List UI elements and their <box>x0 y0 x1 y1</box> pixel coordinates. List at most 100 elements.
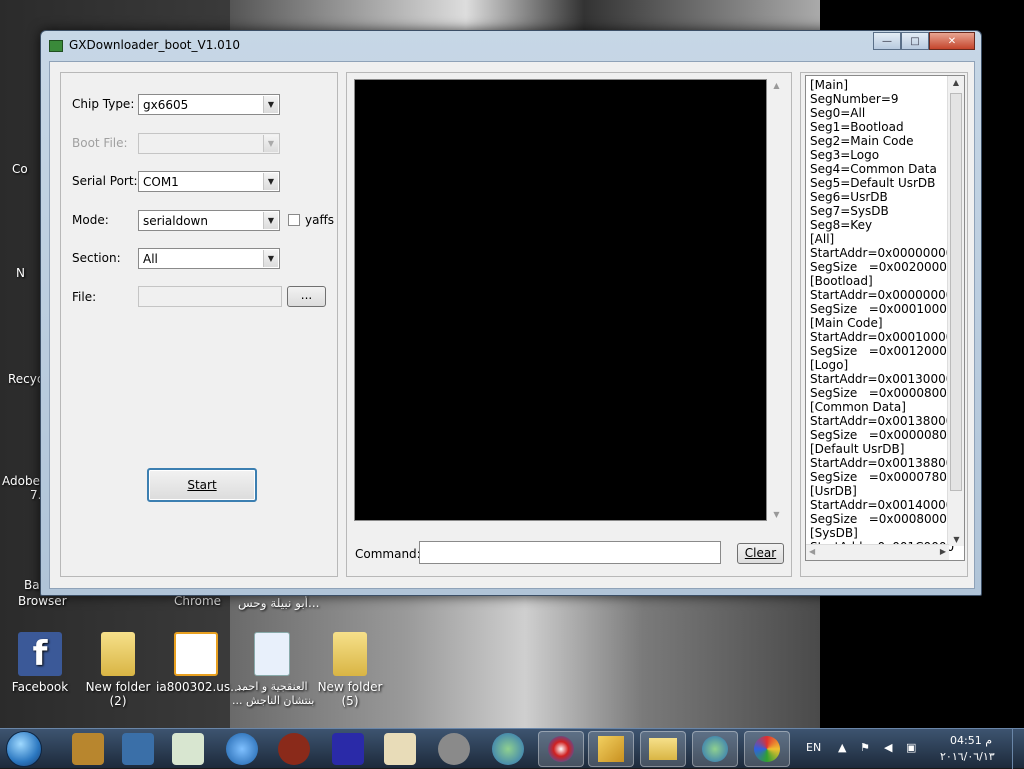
config-horizontal-scrollbar[interactable]: ◀ ▶ <box>806 544 949 560</box>
config-line: [SysDB] <box>810 526 858 540</box>
config-line: StartAddr=0x00138800 <box>810 456 954 470</box>
show-desktop-button[interactable] <box>1012 729 1024 769</box>
action-center-icon[interactable]: ⚑ <box>860 741 870 754</box>
language-indicator[interactable]: EN <box>806 741 821 754</box>
scrollbar-thumb[interactable] <box>950 93 962 491</box>
config-line: [Default UsrDB] <box>810 442 905 456</box>
config-line: Seg0=All <box>810 106 866 120</box>
desktop-label-network[interactable]: N <box>16 266 25 280</box>
document-viewer-icon[interactable] <box>172 733 204 765</box>
config-line: [Bootload] <box>810 274 873 288</box>
taskbar: EN ▲ ⚑ ◀ ▣ 04:51 م ٢٠١٦/٠٦/١٣ <box>0 728 1024 769</box>
taskbar-globe[interactable] <box>692 731 738 767</box>
chip-type-value: gx6605 <box>143 98 189 112</box>
clear-button[interactable]: Clear <box>737 543 784 564</box>
settings-panel: Chip Type: gx6605 ▼ Boot File: ▼ Serial … <box>60 72 338 577</box>
config-line: SegSize =0x00200000 <box>810 260 955 274</box>
start-button[interactable]: Start <box>147 468 257 502</box>
segment-config-list[interactable]: [Main] SegNumber=9 Seg0=All Seg1=Bootload Se… <box>805 75 965 561</box>
boot-file-select[interactable]: ▼ <box>138 133 280 154</box>
ie-icon[interactable] <box>226 733 258 765</box>
section-select[interactable]: All ▼ <box>138 248 280 269</box>
serial-port-value: COM1 <box>143 175 179 189</box>
yaffs-label: yaffs <box>305 213 334 227</box>
title-bar[interactable]: GXDownloader_boot_V1.010 — □ ✕ <box>41 31 981 59</box>
yaffs-checkbox[interactable] <box>288 214 300 226</box>
serial-port-select[interactable]: COM1 ▼ <box>138 171 280 192</box>
window-title: GXDownloader_boot_V1.010 <box>69 38 241 52</box>
chevron-down-icon[interactable]: ▼ <box>263 135 278 152</box>
console-scrollbar[interactable]: ▲ ▼ <box>768 79 785 521</box>
desktop-icon-label: New folder (5) <box>317 680 383 708</box>
chevron-down-icon[interactable]: ▼ <box>263 250 278 267</box>
chip-type-label: Chip Type: <box>72 97 135 111</box>
desktop-icon-label: ia800302.us.... <box>156 680 246 694</box>
mode-value: serialdown <box>143 214 208 228</box>
serial-port-label: Serial Port: <box>72 174 138 188</box>
scroll-down-arrow-icon[interactable]: ▼ <box>768 510 785 519</box>
globe-icon <box>702 736 728 762</box>
command-input[interactable] <box>419 541 721 564</box>
chevron-down-icon[interactable]: ▼ <box>263 212 278 229</box>
chevron-down-icon[interactable]: ▼ <box>263 96 278 113</box>
desktop-label-computer[interactable]: Co <box>12 162 28 176</box>
app-icon <box>49 40 63 52</box>
taskbar-browser-active[interactable] <box>538 731 584 767</box>
pinned-app-icon[interactable] <box>72 733 104 765</box>
desktop-icon-arabic-file[interactable]: العنقجية و احمد ... بنتشان الناجش <box>232 632 314 708</box>
scroll-up-arrow-icon[interactable]: ▲ <box>768 81 785 90</box>
media-file-icon <box>254 632 290 676</box>
config-line: [Common Data] <box>810 400 906 414</box>
gxdownloader-window: GXDownloader_boot_V1.010 — □ ✕ Chip Type… <box>40 30 982 596</box>
start-button[interactable] <box>6 731 42 767</box>
config-line: StartAddr=0x00140000 <box>810 498 954 512</box>
config-line: StartAddr=0x00010000 <box>810 330 954 344</box>
console-output[interactable] <box>354 79 767 521</box>
scroll-up-arrow-icon[interactable]: ▲ <box>948 78 964 87</box>
desktop-label-chrome[interactable]: Chrome <box>174 594 221 608</box>
clock-time[interactable]: 04:51 م <box>950 734 992 747</box>
desktop-icon-mp3quran[interactable]: ia800302.us.... <box>156 632 246 694</box>
close-button[interactable]: ✕ <box>929 32 975 50</box>
config-line: [Main Code] <box>810 316 883 330</box>
minimize-button[interactable]: — <box>873 32 901 50</box>
clock-date[interactable]: ٢٠١٦/٠٦/١٣ <box>940 750 995 763</box>
config-vertical-scrollbar[interactable]: ▲ ▼ <box>947 76 964 546</box>
desktop-label-arabic[interactable]: أبو نبيلة وحس... <box>238 596 319 610</box>
gear-icon[interactable] <box>438 733 470 765</box>
file-label: File: <box>72 290 97 304</box>
notes-app-icon[interactable] <box>384 733 416 765</box>
taskbar-explorer[interactable] <box>640 731 686 767</box>
desktop-icon-new-folder-2[interactable]: New folder (2) <box>78 632 158 708</box>
taskbar-gxdownloader-active[interactable] <box>588 731 634 767</box>
folder-icon <box>333 632 367 676</box>
browse-button[interactable]: ... <box>287 286 326 307</box>
config-line: StartAddr=0x00000000 <box>810 288 954 302</box>
maximize-button[interactable]: □ <box>901 32 929 50</box>
show-hidden-icons-icon[interactable]: ▲ <box>838 741 846 754</box>
network-icon[interactable]: ▣ <box>906 741 916 754</box>
mode-select[interactable]: serialdown ▼ <box>138 210 280 231</box>
console-panel: ▲ ▼ Command: Clear <box>346 72 792 577</box>
taskbar-paint[interactable] <box>744 731 790 767</box>
scroll-left-arrow-icon[interactable]: ◀ <box>809 547 815 556</box>
chip-type-select[interactable]: gx6605 ▼ <box>138 94 280 115</box>
desktop-icon-facebook[interactable]: f Facebook <box>0 632 80 694</box>
speaker-icon[interactable]: ◀ <box>884 741 892 754</box>
globe-icon[interactable] <box>492 733 524 765</box>
transfer-tool-icon[interactable] <box>332 733 364 765</box>
turbo-cpp-icon[interactable] <box>278 733 310 765</box>
config-line: Seg6=UsrDB <box>810 190 888 204</box>
scroll-down-arrow-icon[interactable]: ▼ <box>948 535 964 544</box>
baidu-browser-icon <box>548 736 574 762</box>
file-path-field[interactable] <box>138 286 282 307</box>
desktop-icon-new-folder-5[interactable]: New folder (5) <box>310 632 390 708</box>
scroll-right-arrow-icon[interactable]: ▶ <box>940 547 946 556</box>
chevron-down-icon[interactable]: ▼ <box>263 173 278 190</box>
desktop-label-adobe[interactable]: Adobe <box>2 474 40 488</box>
desktop-label-baidu[interactable]: Ba <box>24 578 40 592</box>
config-line: [Main] <box>810 78 849 92</box>
movie-maker-icon[interactable] <box>122 733 154 765</box>
config-line: SegNumber=9 <box>810 92 899 106</box>
desktop-label-recycle[interactable]: Recyc <box>8 372 43 386</box>
